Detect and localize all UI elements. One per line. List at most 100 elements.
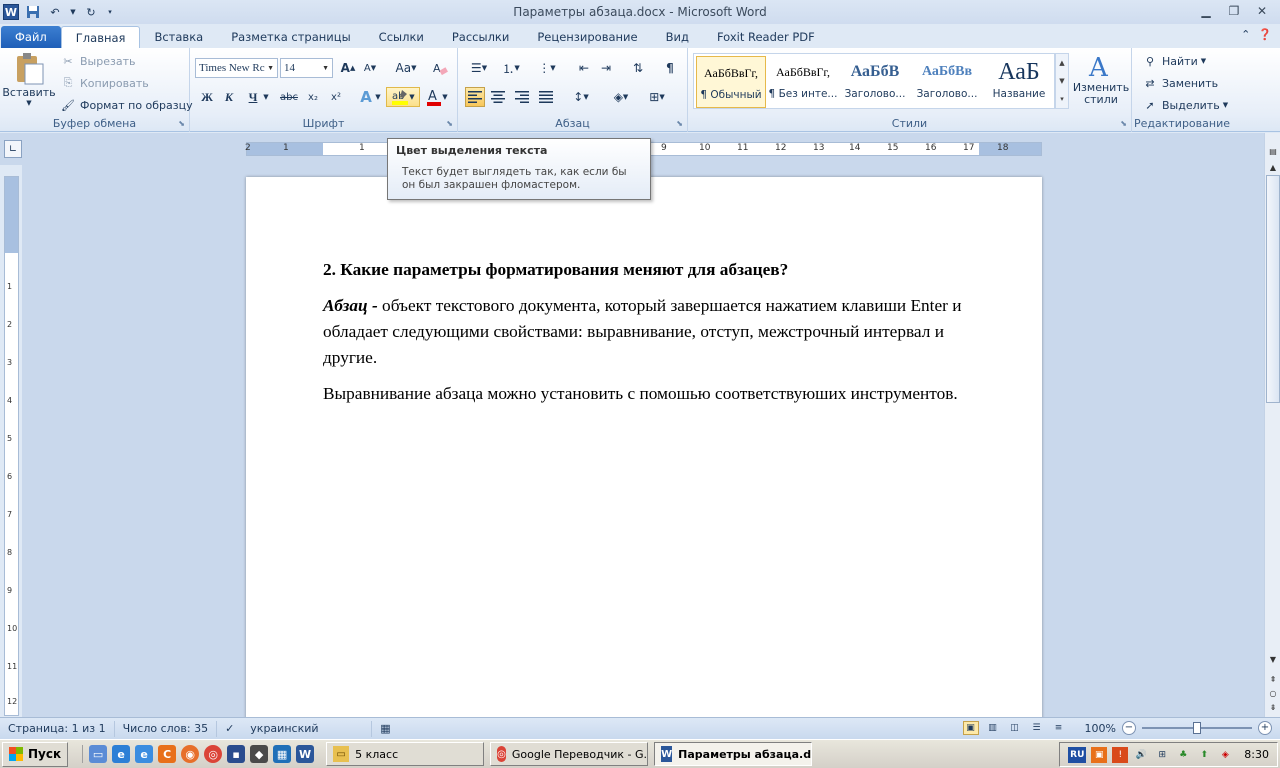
ie2-icon[interactable]: e xyxy=(135,745,154,763)
minimize-icon[interactable]: ▁ xyxy=(1194,2,1218,20)
tab-references[interactable]: Ссылки xyxy=(365,26,438,48)
tab-view[interactable]: Вид xyxy=(652,26,703,48)
scroll-up-icon[interactable]: ▲ xyxy=(1059,59,1064,67)
clock[interactable]: 8:30 xyxy=(1244,748,1269,761)
bold-button[interactable]: Ж xyxy=(197,87,217,107)
font-launcher-icon[interactable]: ⬊ xyxy=(446,119,453,128)
task-word[interactable]: W Параметры абзаца.d... xyxy=(654,742,813,766)
zoom-in-icon[interactable]: + xyxy=(1258,721,1272,735)
zoom-out-icon[interactable]: − xyxy=(1122,721,1136,735)
customize-qat-icon[interactable]: ▾ xyxy=(105,4,115,20)
minimize-ribbon-icon[interactable]: ⌃ xyxy=(1241,28,1250,41)
clear-formatting-icon[interactable]: A xyxy=(430,58,450,78)
tab-home[interactable]: Главная xyxy=(60,26,141,48)
superscript-button[interactable]: x² xyxy=(326,87,346,107)
scroll-thumb[interactable] xyxy=(1266,175,1280,403)
zoom-slider[interactable] xyxy=(1142,721,1252,735)
italic-button[interactable]: К xyxy=(219,87,239,107)
decrease-indent-icon[interactable]: ⇤ xyxy=(574,58,594,78)
clipboard-launcher-icon[interactable]: ⬊ xyxy=(178,119,185,128)
undo-icon[interactable]: ↶ xyxy=(47,4,63,20)
paste-button[interactable]: Вставить ▼ xyxy=(2,52,56,107)
undo-dropdown-icon[interactable]: ▼ xyxy=(69,4,77,20)
sort-icon[interactable]: ⇅ xyxy=(628,58,648,78)
help-icon[interactable]: ❓ xyxy=(1258,28,1272,41)
ie-icon[interactable]: e xyxy=(112,745,131,763)
word-icon[interactable]: W xyxy=(296,745,315,763)
style-normal[interactable]: АаБбВвГг, ¶ Обычный xyxy=(696,56,766,108)
tab-page-layout[interactable]: Разметка страницы xyxy=(217,26,364,48)
tab-file[interactable]: Файл xyxy=(1,26,61,48)
underline-dropdown-icon[interactable]: ▼ xyxy=(261,87,271,107)
network-icon[interactable]: ▦ xyxy=(273,745,292,763)
save-icon[interactable] xyxy=(25,4,41,20)
tab-insert[interactable]: Вставка xyxy=(140,26,217,48)
grow-font-button[interactable]: A ▲ xyxy=(338,58,358,78)
styles-scroll[interactable]: ▲ ▼ ▾ xyxy=(1055,53,1069,109)
cut-button[interactable]: ✂ Вырезать xyxy=(60,53,135,69)
more-styles-icon[interactable]: ▾ xyxy=(1060,95,1064,103)
tray-green-icon[interactable]: ♣ xyxy=(1175,747,1191,763)
styles-launcher-icon[interactable]: ⬊ xyxy=(1120,119,1127,128)
page-count[interactable]: Страница: 1 из 1 xyxy=(0,720,115,737)
align-right-icon[interactable] xyxy=(512,87,532,107)
restore-icon[interactable]: ❐ xyxy=(1222,2,1246,20)
format-painter-button[interactable]: 🖌 Формат по образцу xyxy=(60,97,193,113)
style-no-spacing[interactable]: АаБбВвГг, ¶ Без инте... xyxy=(768,56,838,108)
vertical-ruler[interactable]: 1 2 3 4 5 6 7 8 9 10 11 12 xyxy=(4,176,19,716)
select-button[interactable]: ➚ Выделить ▼ xyxy=(1142,97,1228,113)
close-icon[interactable]: ✕ xyxy=(1250,2,1274,20)
subscript-button[interactable]: x₂ xyxy=(303,87,323,107)
tab-mailings[interactable]: Рассылки xyxy=(438,26,523,48)
tray-update-icon[interactable]: ⬆ xyxy=(1196,747,1212,763)
underline-button[interactable]: Ч xyxy=(243,87,263,107)
save-disk-icon[interactable]: ▪ xyxy=(227,745,246,763)
firefox-icon[interactable]: ◉ xyxy=(181,745,200,763)
language-indicator[interactable]: украинский xyxy=(242,720,373,737)
shrink-font-button[interactable]: A ▼ xyxy=(360,58,380,78)
text-effects-dropdown-icon[interactable]: ▼ xyxy=(374,87,382,107)
change-styles-button[interactable]: A Изменить стили xyxy=(1072,52,1130,106)
outline-icon[interactable]: ☰ xyxy=(1029,721,1045,735)
tray-app-icon[interactable]: ▣ xyxy=(1091,746,1108,763)
paragraph-launcher-icon[interactable]: ⬊ xyxy=(676,119,683,128)
next-page-icon[interactable]: ⇟ xyxy=(1266,699,1280,715)
document-page[interactable]: 2. Какие параметры форматирования меняют… xyxy=(246,177,1042,717)
show-marks-icon[interactable]: ¶ xyxy=(660,58,680,78)
print-layout-icon[interactable]: ▣ xyxy=(962,721,979,735)
style-title[interactable]: АаБ Название xyxy=(984,56,1054,108)
tab-selector-icon[interactable]: ∟ xyxy=(4,140,22,158)
font-size-combo[interactable]: 14 ▼ xyxy=(280,58,333,78)
language-indicator-tray[interactable]: RU xyxy=(1068,746,1087,763)
tab-review[interactable]: Рецензирование xyxy=(523,26,651,48)
scroll-down-icon[interactable]: ▼ xyxy=(1266,651,1280,667)
app-dark-icon[interactable]: ◆ xyxy=(250,745,269,763)
tray-alert-icon[interactable]: ! xyxy=(1112,746,1129,763)
full-screen-reading-icon[interactable]: ▥ xyxy=(985,721,1001,735)
ruler-toggle-icon[interactable]: ▤ xyxy=(1266,143,1280,159)
scroll-down-icon[interactable]: ▼ xyxy=(1059,77,1064,85)
replace-button[interactable]: ⇄ Заменить xyxy=(1142,75,1218,91)
word-count[interactable]: Число слов: 35 xyxy=(115,720,218,737)
font-name-combo[interactable]: Times New Rc ▼ xyxy=(195,58,278,78)
vertical-scrollbar[interactable]: ▤ ▲ ▼ ⇞ ○ ⇟ xyxy=(1264,133,1280,717)
text-effects-icon[interactable]: A xyxy=(356,87,376,107)
network-tray-icon[interactable]: ⊞ xyxy=(1154,747,1170,763)
chrome-icon[interactable]: ◎ xyxy=(204,745,223,763)
proofing-icon[interactable]: ✓ xyxy=(217,721,242,737)
copy-button[interactable]: ⎘ Копировать xyxy=(60,75,149,91)
zoom-level[interactable]: 100% xyxy=(1085,722,1116,735)
shading-icon[interactable]: ◈ ▼ xyxy=(608,87,634,107)
align-center-icon[interactable] xyxy=(488,87,508,107)
align-left-icon[interactable] xyxy=(465,87,485,107)
change-case-button[interactable]: Aa ▼ xyxy=(392,58,420,78)
line-spacing-icon[interactable]: ↕ ▼ xyxy=(568,87,594,107)
draft-icon[interactable]: ≡ xyxy=(1051,721,1067,735)
style-heading-2[interactable]: АаБбВв Заголово... xyxy=(912,56,982,108)
macro-recording-icon[interactable]: ▦ xyxy=(372,721,398,737)
style-heading-1[interactable]: АаБбВ Заголово... xyxy=(840,56,910,108)
start-button[interactable]: Пуск xyxy=(2,741,69,767)
borders-icon[interactable]: ⊞ ▼ xyxy=(644,87,670,107)
redo-icon[interactable]: ↻ xyxy=(83,4,99,20)
web-layout-icon[interactable]: ◫ xyxy=(1007,721,1023,735)
